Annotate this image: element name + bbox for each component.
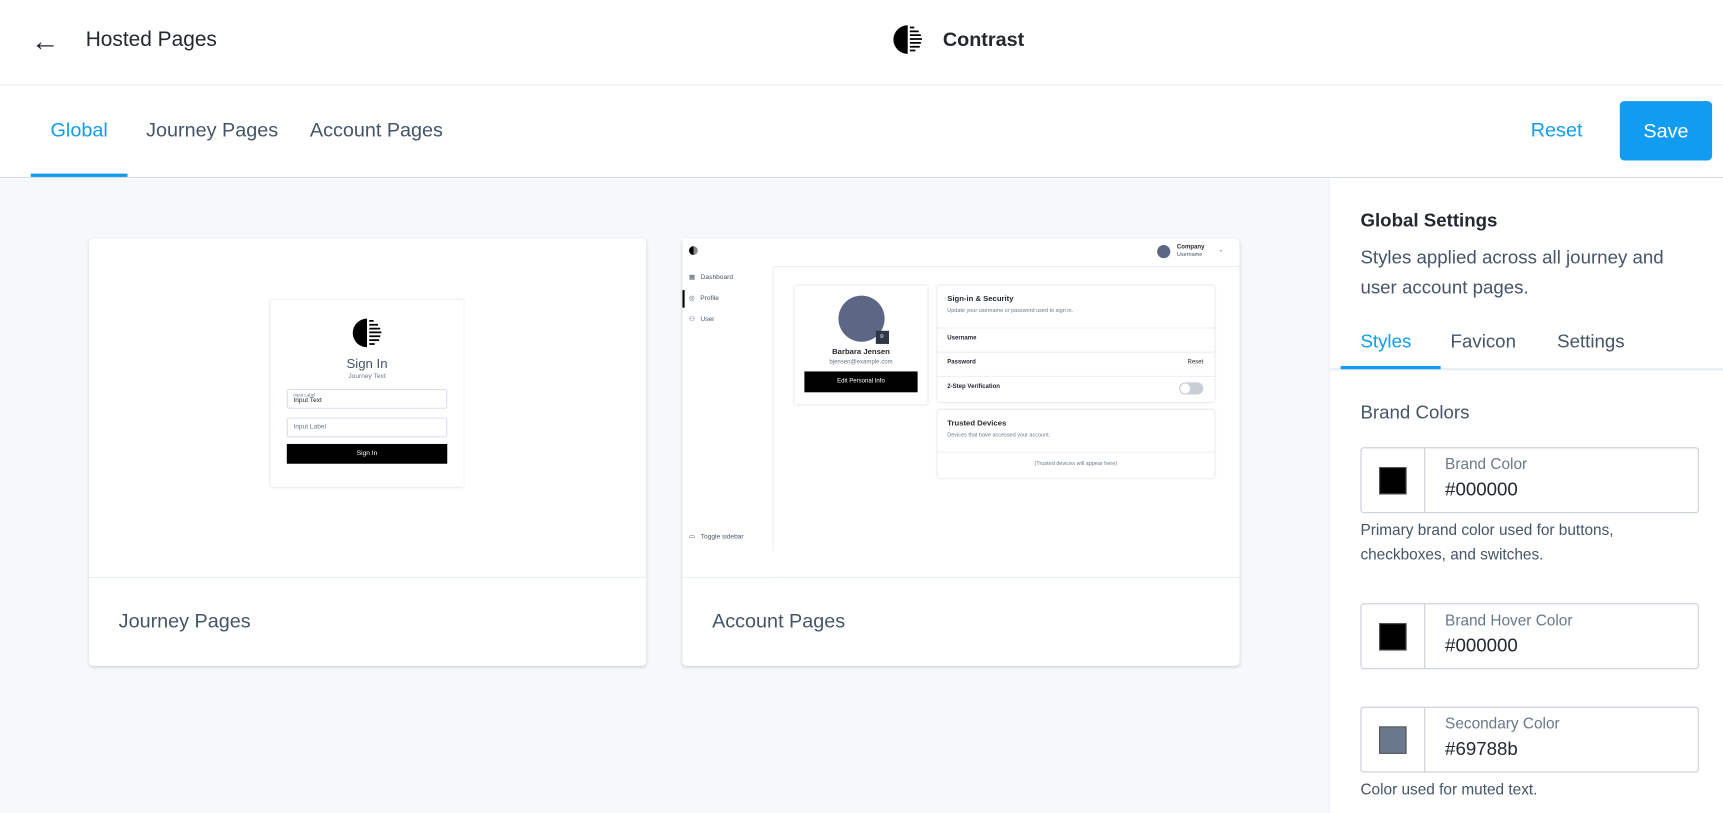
tab-account-pages[interactable]: Account Pages xyxy=(310,119,443,142)
tab-bar: Global Journey Pages Account Pages Reset… xyxy=(0,86,1723,179)
settings-panel: Global Settings Styles applied across al… xyxy=(1328,179,1723,813)
chevron-down-icon: ⌄ xyxy=(1218,247,1224,254)
color-swatch[interactable] xyxy=(1362,707,1426,772)
reset-button[interactable]: Reset xyxy=(1531,119,1583,142)
panel-description: Styles applied across all journey and us… xyxy=(1360,247,1664,298)
profile-card: ⌾ Barbara Jensen bjensen@example.com Edi… xyxy=(795,286,928,405)
sign-in-title: Sign In xyxy=(346,356,388,372)
page-title: Hosted Pages xyxy=(85,28,217,52)
card-label: Journey Pages xyxy=(118,609,251,632)
logo-icon xyxy=(689,246,698,255)
account-pages-card[interactable]: ▦ Dashboard ◎ Profile ⚇ User ▭ Toggle si… xyxy=(682,238,1240,666)
brand-color-input[interactable]: #000000 xyxy=(1445,479,1687,501)
tab-journey-pages[interactable]: Journey Pages xyxy=(146,119,278,142)
tab-favicon[interactable]: Favicon xyxy=(1451,331,1516,353)
swatch-fill xyxy=(1379,467,1407,495)
active-tab-indicator xyxy=(1340,365,1441,370)
two-step-row: 2-Step Verification xyxy=(937,375,1215,400)
card-label: Account Pages xyxy=(712,609,846,632)
panel-tabs: Styles Favicon Settings xyxy=(1329,320,1723,371)
tab-global[interactable]: Global xyxy=(51,119,108,142)
account-preview: ▦ Dashboard ◎ Profile ⚇ User ▭ Toggle si… xyxy=(682,238,1240,579)
nav-profile: ◎ Profile xyxy=(689,295,719,303)
toggle-switch xyxy=(1179,382,1204,395)
journey-text: Journey Text xyxy=(348,373,386,381)
swatch-fill xyxy=(1379,726,1407,754)
field-help: Color used for muted text. xyxy=(1360,780,1538,798)
preview-sidebar: ▦ Dashboard ◎ Profile ⚇ User ▭ Toggle si… xyxy=(682,238,773,577)
devices-desc: Devices that have accessed your account. xyxy=(947,431,1051,439)
field-label: Brand Hover Color xyxy=(1445,610,1573,629)
contrast-logo-icon xyxy=(893,25,922,54)
secondary-color-field[interactable]: Secondary Color #69788b xyxy=(1360,706,1699,773)
devices-title: Trusted Devices xyxy=(947,419,1007,428)
password-row: Password Reset xyxy=(937,351,1215,376)
brand-name: Contrast xyxy=(942,28,1025,50)
toggle-sidebar: ▭ Toggle sidebar xyxy=(689,534,744,541)
field-label: Brand Color xyxy=(1445,454,1528,473)
swatch-fill xyxy=(1379,623,1407,651)
password-reset-link: Reset xyxy=(1187,359,1204,366)
security-desc: Update your username or password used to… xyxy=(947,307,1074,315)
company-name: Company xyxy=(1176,243,1205,251)
sign-in-preview: Sign In Journey Text Input Label Input Te… xyxy=(270,299,464,487)
color-swatch[interactable] xyxy=(1362,604,1426,669)
avatar xyxy=(1157,245,1171,259)
trusted-devices-card: Trusted Devices Devices that have access… xyxy=(937,410,1215,478)
section-title: Brand Colors xyxy=(1360,402,1470,424)
sign-in-button-preview: Sign In xyxy=(286,443,448,464)
devices-empty: (Trusted devices will appear here) xyxy=(937,451,1215,467)
brand-hover-color-field[interactable]: Brand Hover Color #000000 xyxy=(1360,603,1699,670)
panel-title: Global Settings xyxy=(1360,209,1498,231)
nav-user: ⚇ User xyxy=(689,316,715,324)
input-field-filled: Input Label Input Text xyxy=(286,389,448,409)
field-label: Secondary Color xyxy=(1445,714,1560,732)
profile-avatar: ⌾ xyxy=(837,295,889,344)
brand-hover-color-input[interactable]: #000000 xyxy=(1445,635,1687,657)
tab-settings[interactable]: Settings xyxy=(1557,331,1625,353)
input-field-empty: Input Label xyxy=(286,417,448,438)
top-header: ← Hosted Pages Contrast xyxy=(0,0,1723,86)
input-value: Input Text xyxy=(293,397,322,405)
username: Username xyxy=(1176,251,1203,259)
profile-email: bjensen@example.com xyxy=(829,359,893,366)
camera-icon: ⌾ xyxy=(875,330,889,344)
profile-name: Barbara Jensen xyxy=(832,348,890,357)
security-card: Sign-in & Security Update your username … xyxy=(937,286,1215,402)
save-button[interactable]: Save xyxy=(1619,101,1713,161)
brand-color-field[interactable]: Brand Color #000000 xyxy=(1360,447,1699,514)
arrow-left-icon[interactable]: ← xyxy=(31,26,60,55)
journey-pages-card[interactable]: Sign In Journey Text Input Label Input Te… xyxy=(89,238,647,666)
nav-dashboard: ▦ Dashboard xyxy=(689,274,734,282)
preview-area: Sign In Journey Text Input Label Input Te… xyxy=(0,179,1329,813)
secondary-color-input[interactable]: #69788b xyxy=(1445,738,1687,760)
field-help: Primary brand color used for buttons, ch… xyxy=(1360,520,1614,563)
contrast-logo-icon xyxy=(352,318,382,348)
journey-preview: Sign In Journey Text Input Label Input Te… xyxy=(89,238,647,579)
active-tab-indicator xyxy=(30,173,128,177)
security-title: Sign-in & Security xyxy=(947,295,1014,304)
brand: Contrast xyxy=(892,24,1024,55)
username-row: Username xyxy=(937,327,1215,351)
color-swatch[interactable] xyxy=(1362,448,1426,513)
active-nav-indicator xyxy=(682,290,685,308)
tab-styles[interactable]: Styles xyxy=(1360,331,1411,353)
edit-personal-info-button: Edit Personal Info xyxy=(804,371,918,393)
